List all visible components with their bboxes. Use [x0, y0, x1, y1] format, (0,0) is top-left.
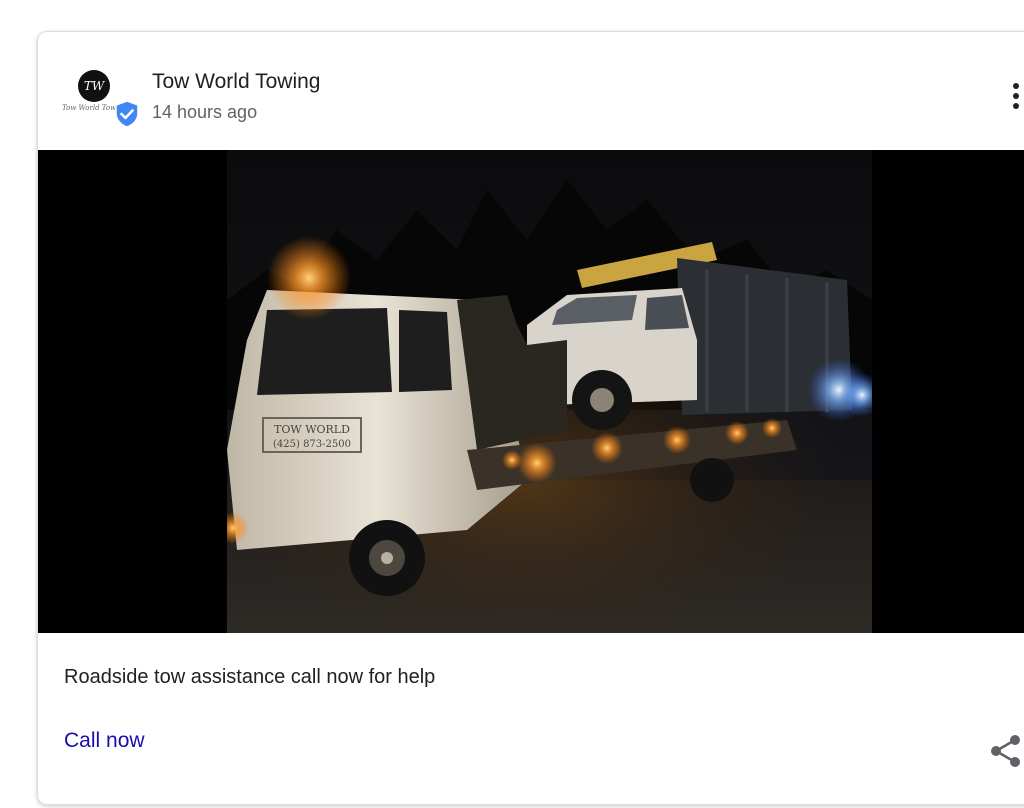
share-icon[interactable]: [989, 734, 1023, 768]
verified-shield-icon: [115, 100, 139, 128]
more-vert-icon[interactable]: [1006, 82, 1024, 110]
logo-monogram: TW: [78, 70, 110, 102]
post-media[interactable]: TOW WORLD (425) 873-2500: [38, 150, 1024, 633]
business-name[interactable]: Tow World Towing: [152, 70, 320, 94]
tow-truck-photo: TOW WORLD (425) 873-2500: [227, 150, 872, 633]
call-now-button[interactable]: Call now: [64, 729, 145, 753]
post-header: TW Tow World Towing Tow World Towing 14 …: [38, 32, 1024, 150]
post-summary: Roadside tow assistance call now for hel…: [64, 666, 436, 688]
business-avatar[interactable]: TW Tow World Towing: [62, 64, 139, 134]
door-text-line1: TOW WORLD: [274, 423, 350, 436]
door-text-line2: (425) 873-2500: [273, 439, 351, 450]
post-timestamp: 14 hours ago: [152, 102, 258, 122]
post-card: TW Tow World Towing Tow World Towing 14 …: [37, 31, 1024, 805]
